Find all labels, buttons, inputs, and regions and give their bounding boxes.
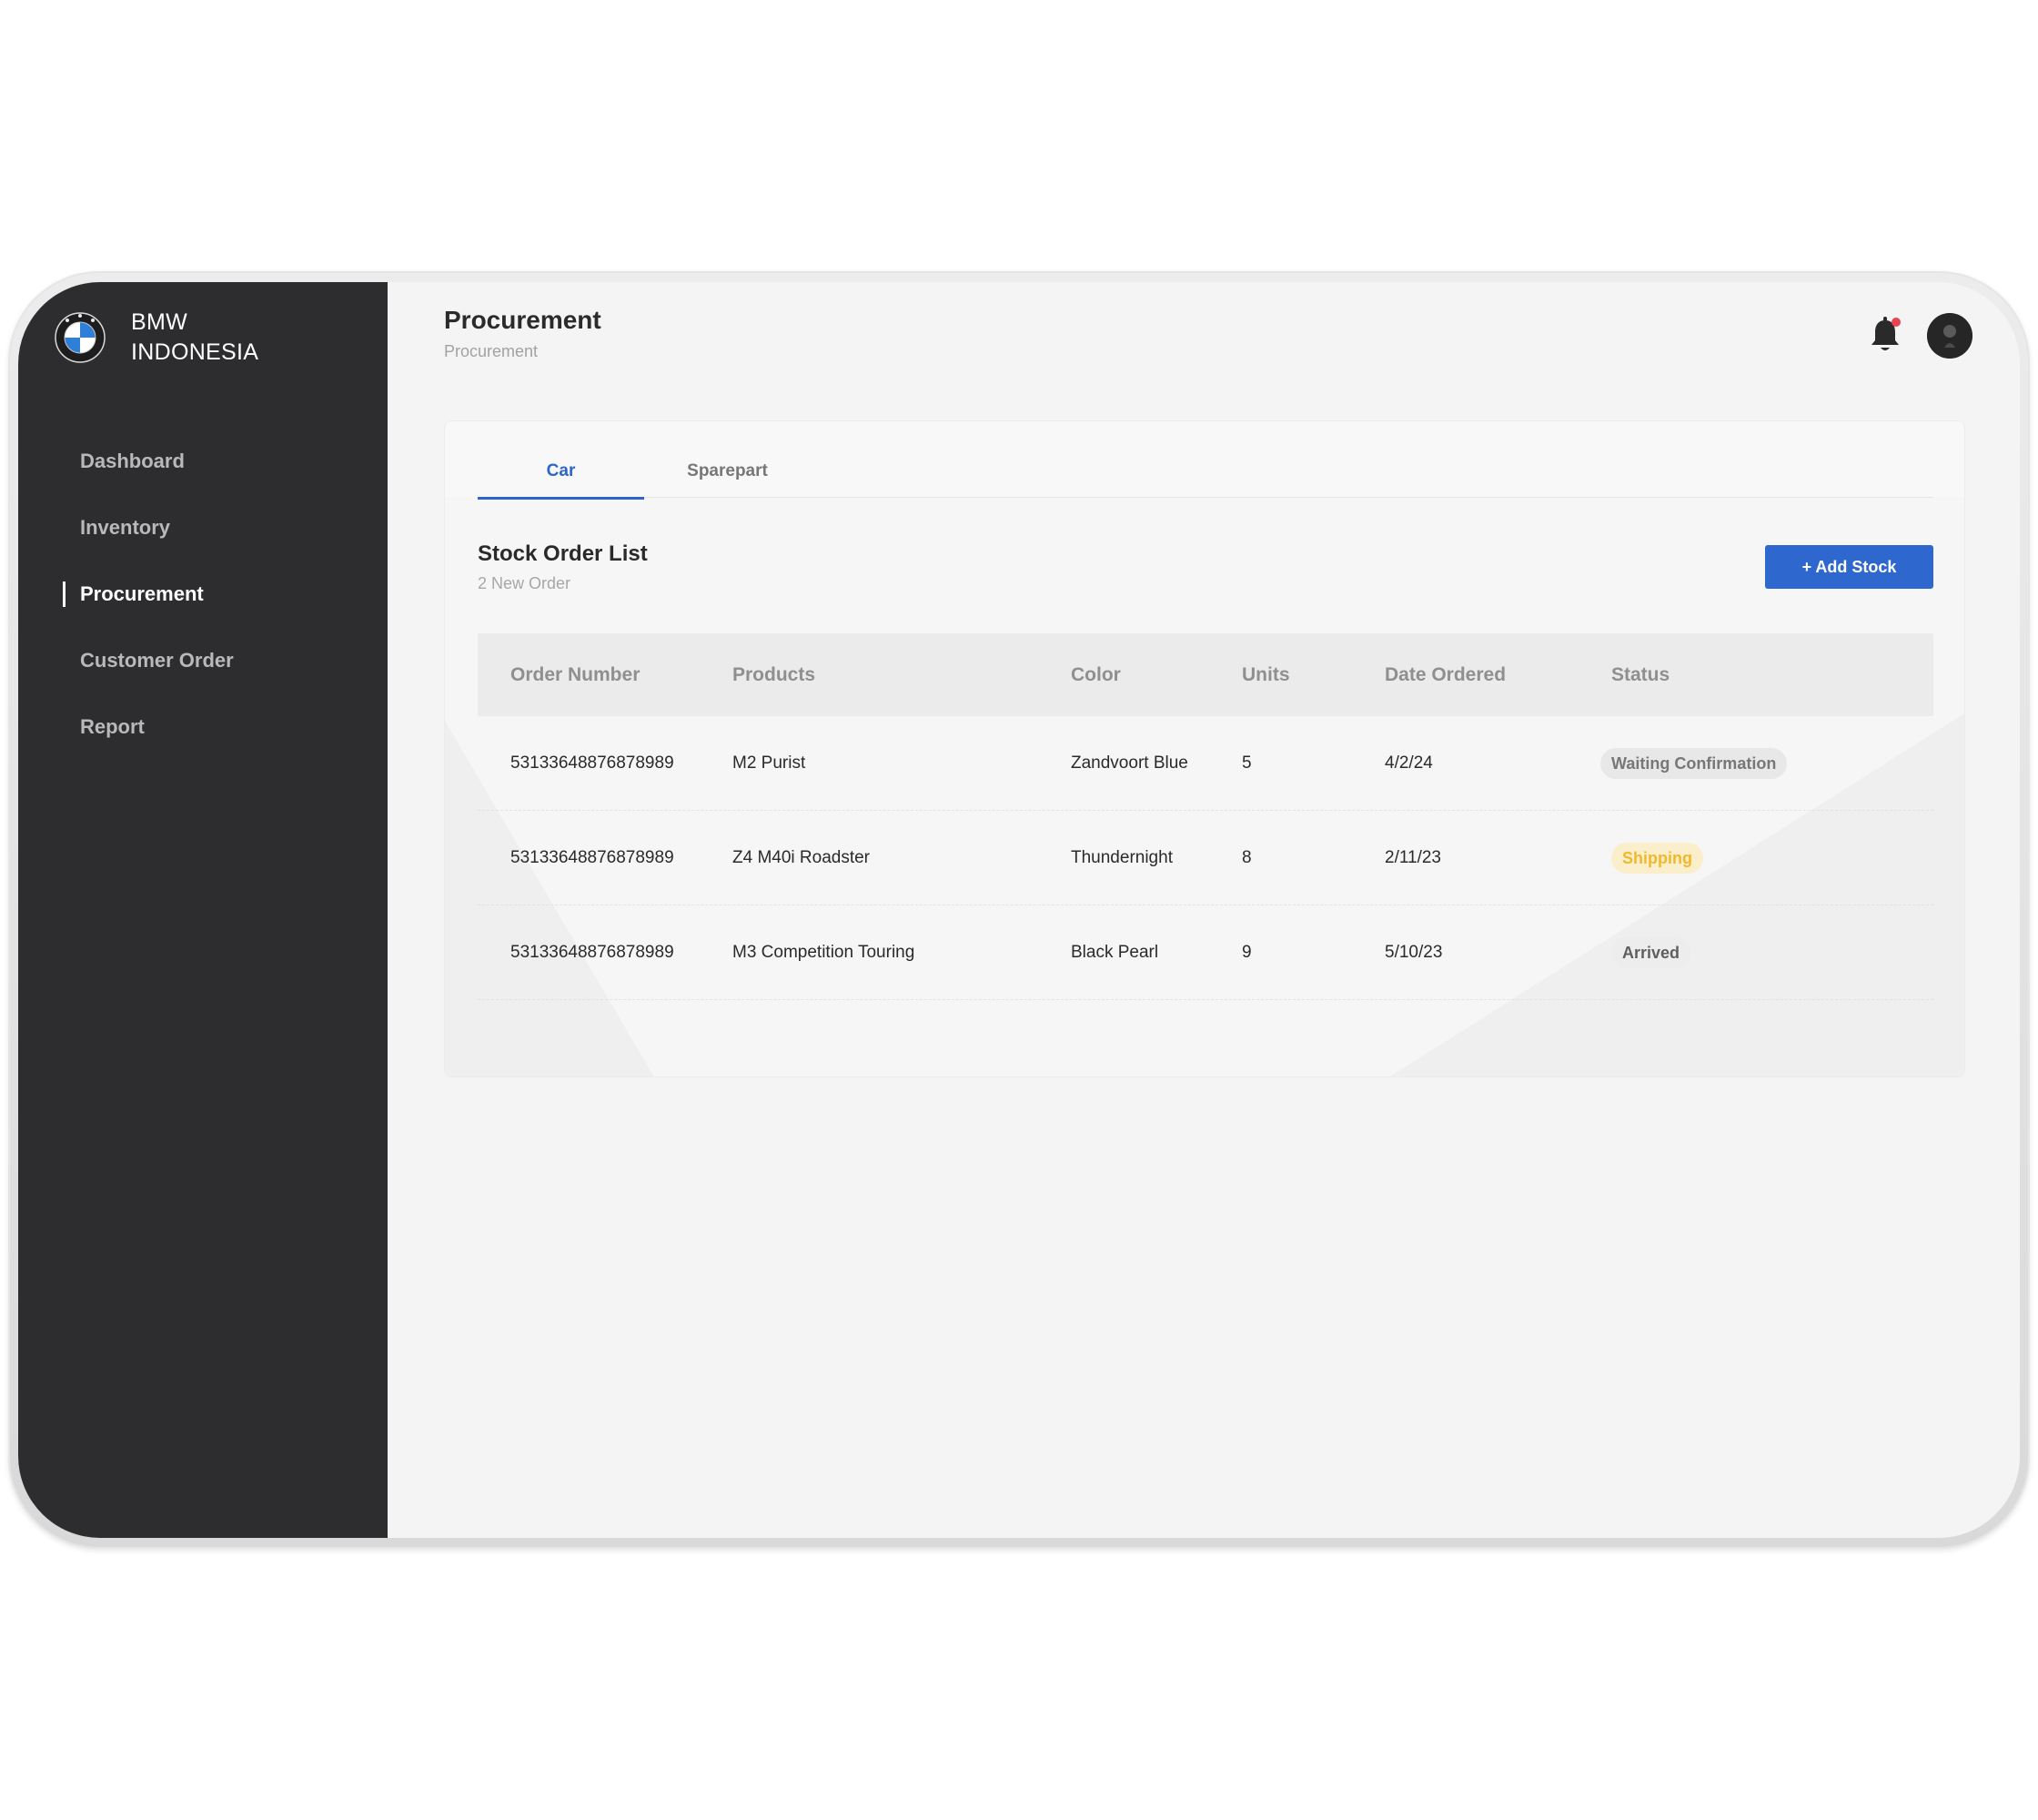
status-badge: Shipping <box>1611 842 1703 874</box>
brand-name: BMW INDONESIA <box>131 308 258 368</box>
avatar[interactable] <box>1927 313 1972 359</box>
bell-icon[interactable] <box>1867 315 1903 355</box>
column-header-date-ordered[interactable]: Date Ordered <box>1385 664 1611 686</box>
cell-status: Waiting Confirmation <box>1600 747 1933 779</box>
column-header-units[interactable]: Units <box>1242 664 1385 686</box>
cell-product: M3 Competition Touring <box>732 942 915 962</box>
tablet-frame: BMW INDONESIA Dashboard Inventory Procur… <box>8 271 2030 1549</box>
cell-color: Zandvoort Blue <box>1071 753 1188 773</box>
brand: BMW INDONESIA <box>55 308 258 368</box>
column-header-status[interactable]: Status <box>1611 664 1933 686</box>
sidebar-item-report[interactable]: Report <box>18 693 388 760</box>
table-row[interactable]: 53133648876878989 M3 Competition Touring… <box>478 905 1933 1000</box>
cell-color: Thundernight <box>1071 847 1173 867</box>
cell-date-ordered: 4/2/24 <box>1385 753 1433 773</box>
cell-date-ordered: 5/10/23 <box>1385 942 1443 962</box>
app-screen: BMW INDONESIA Dashboard Inventory Procur… <box>18 282 2020 1538</box>
cell-date-ordered: 2/11/23 <box>1385 847 1441 867</box>
sidebar-nav: Dashboard Inventory Procurement Customer… <box>18 428 388 760</box>
brand-name-line2: INDONESIA <box>131 339 259 365</box>
stock-order-card: Car Sparepart Stock Order List 2 New Ord… <box>444 420 1965 1077</box>
cell-order-number: 53133648876878989 <box>510 942 674 962</box>
add-stock-button[interactable]: + Add Stock <box>1765 545 1933 589</box>
section-title: Stock Order List <box>478 541 648 566</box>
status-badge: Waiting Confirmation <box>1600 747 1788 779</box>
cell-units: 9 <box>1242 942 1252 962</box>
sidebar-item-procurement[interactable]: Procurement <box>18 561 388 627</box>
table-header: Order Number Products Color Units Date O… <box>478 633 1933 716</box>
column-header-products[interactable]: Products <box>732 664 1071 686</box>
tab-sparepart[interactable]: Sparepart <box>644 445 811 498</box>
cell-color: Black Pearl <box>1071 942 1159 962</box>
page-title: Procurement <box>444 306 601 334</box>
cell-order-number: 53133648876878989 <box>510 847 674 867</box>
cell-product: M2 Purist <box>732 753 806 773</box>
bmw-logo-icon <box>55 312 106 363</box>
main-content: Procurement Procurement Car Sparepart St… <box>388 282 2020 1538</box>
cell-units: 8 <box>1242 847 1252 867</box>
table-row[interactable]: 53133648876878989 Z4 M40i Roadster Thund… <box>478 811 1933 905</box>
sidebar-item-dashboard[interactable]: Dashboard <box>18 428 388 494</box>
section-subtitle: 2 New Order <box>478 574 571 592</box>
cell-status: Shipping <box>1611 842 1933 874</box>
cell-status: Arrived <box>1611 936 1933 968</box>
notification-dot <box>1892 318 1901 327</box>
stock-order-table: Order Number Products Color Units Date O… <box>478 633 1933 1000</box>
column-header-color[interactable]: Color <box>1071 664 1242 686</box>
breadcrumb[interactable]: Procurement <box>444 342 538 361</box>
column-header-order-number[interactable]: Order Number <box>478 664 732 686</box>
cell-units: 5 <box>1242 753 1252 773</box>
cell-product: Z4 M40i Roadster <box>732 847 871 867</box>
sidebar: BMW INDONESIA Dashboard Inventory Procur… <box>18 282 388 1538</box>
sidebar-item-customer-order[interactable]: Customer Order <box>18 627 388 693</box>
avatar-image <box>1927 313 1972 359</box>
category-tabs: Car Sparepart <box>478 445 1933 500</box>
sidebar-item-inventory[interactable]: Inventory <box>18 494 388 561</box>
brand-name-line1: BMW <box>131 309 187 335</box>
table-row[interactable]: 53133648876878989 M2 Purist Zandvoort Bl… <box>478 716 1933 811</box>
cell-order-number: 53133648876878989 <box>510 753 674 773</box>
tab-car[interactable]: Car <box>478 445 644 500</box>
status-badge: Arrived <box>1611 936 1691 968</box>
